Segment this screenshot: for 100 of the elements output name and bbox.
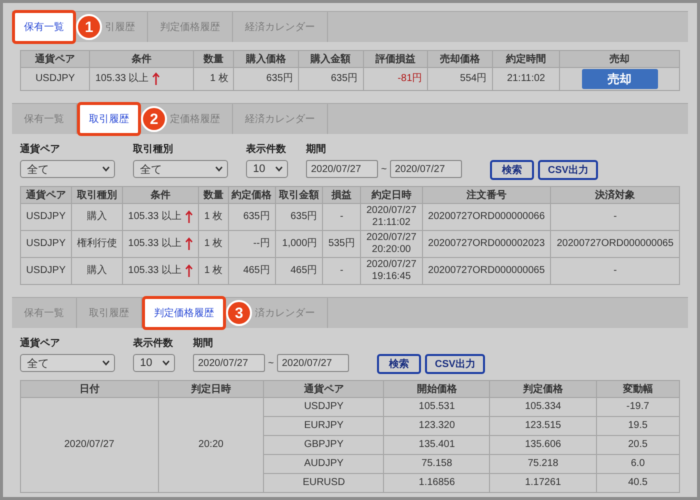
range-separator: ~ — [268, 358, 274, 368]
csv-export-button[interactable]: CSV出力 — [538, 160, 598, 180]
table-cell: 2020/07/27 19:16:45 — [360, 258, 422, 284]
table-cell: 購入 — [71, 204, 123, 230]
column-header: 変動幅 — [596, 380, 680, 398]
table-cell: AUDJPY — [264, 454, 384, 474]
chevron-down-icon — [162, 360, 170, 366]
table-cell: 123.515 — [490, 416, 596, 436]
column-header: 条件 — [90, 50, 194, 68]
table-cell: USDJPY — [20, 68, 90, 90]
table-cell: 1 枚 — [198, 258, 228, 284]
table-cell: 75.218 — [490, 454, 596, 474]
arrow-up-icon — [184, 237, 193, 251]
column-header: 約定価格 — [228, 186, 276, 204]
select-field[interactable]: 10 — [133, 354, 175, 372]
select-field[interactable]: 全て — [20, 354, 115, 372]
select-field[interactable]: 10 — [246, 160, 288, 178]
table-cell: EURJPY — [264, 416, 384, 436]
column-header: 取引金額 — [275, 186, 323, 204]
table-cell: 75.158 — [384, 454, 490, 474]
table-cell: 19.5 — [596, 416, 680, 436]
table-cell: EURUSD — [264, 474, 384, 492]
table-cell: 6.0 — [596, 454, 680, 474]
table-cell: 465円 — [228, 258, 276, 284]
column-header: 購入価格 — [234, 50, 298, 68]
column-header: 数量 — [198, 186, 228, 204]
table-cell: USDJPY — [20, 204, 72, 230]
tab[interactable]: 取引履歴 — [77, 102, 141, 136]
arrow-up-icon — [152, 72, 160, 86]
table-cell: 105.531 — [384, 398, 490, 416]
column-header: 約定日時 — [360, 186, 422, 204]
tab[interactable]: 判定価格履歴 — [142, 296, 226, 330]
table-cell: 1 枚 — [198, 204, 228, 230]
table-cell: - — [322, 258, 361, 284]
range-separator: ~ — [381, 164, 387, 174]
tab[interactable]: 保有一覧 — [12, 10, 76, 44]
column-header: 評価損益 — [363, 50, 428, 68]
table-cell: 635円 — [228, 204, 276, 230]
field-label: 期間 — [306, 142, 327, 156]
column-header: 注文番号 — [422, 186, 551, 204]
table-cell: USDJPY — [20, 230, 72, 258]
column-header: 通貨ペア — [20, 186, 72, 204]
select-field[interactable]: 全て — [133, 160, 228, 178]
condition-text: 105.33 以上 — [128, 211, 182, 223]
field-label: 表示件数 — [133, 336, 174, 350]
table-cell: 20200727ORD000002023 — [422, 230, 551, 258]
field-label: 期間 — [193, 336, 214, 350]
column-header: 売却 — [560, 50, 680, 68]
table-cell: -81円 — [363, 68, 428, 90]
table-cell: 2020/07/27 21:11:02 — [360, 204, 422, 230]
table-cell: 21:11:02 — [492, 68, 560, 90]
table-cell: 1.16856 — [384, 474, 490, 492]
step-badge: 1 — [76, 14, 102, 40]
arrow-up-icon — [184, 264, 193, 278]
table-cell: 20200727ORD000000065 — [550, 230, 680, 258]
field-label: 通貨ペア — [20, 336, 61, 350]
column-header: 取引種別 — [71, 186, 123, 204]
select-field[interactable]: 全て — [20, 160, 115, 178]
search-button[interactable]: 検索 — [376, 354, 421, 374]
sell-button[interactable]: 売却 — [582, 69, 658, 89]
table-cell: 20200727ORD000000066 — [422, 204, 551, 230]
table-cell: GBPJPY — [264, 436, 384, 454]
table-cell: 2020/07/27 20:20:00 — [360, 230, 422, 258]
table-cell: - — [550, 204, 680, 230]
table-cell: 135.606 — [490, 436, 596, 454]
chevron-down-icon — [275, 166, 283, 172]
column-header: 日付 — [20, 380, 158, 398]
column-header: 通貨ペア — [20, 50, 90, 68]
search-button[interactable]: 検索 — [490, 160, 534, 180]
condition-text: 105.33 以上 — [128, 238, 182, 250]
condition-text: 105.33 以上 — [128, 265, 182, 277]
table-cell: 554円 — [428, 68, 492, 90]
column-header: 開始価格 — [384, 380, 490, 398]
table-cell: 1,000円 — [275, 230, 323, 258]
column-header: 損益 — [322, 186, 361, 204]
csv-export-button[interactable]: CSV出力 — [424, 354, 486, 374]
table-cell: 1 枚 — [193, 68, 234, 90]
column-header: 売却価格 — [428, 50, 492, 68]
date-field[interactable]: 2020/07/27 — [193, 354, 265, 372]
table-cell: USDJPY — [264, 398, 384, 416]
table-cell: --円 — [228, 230, 276, 258]
date-field[interactable]: 2020/07/27 — [306, 160, 378, 178]
step-badge: 3 — [226, 300, 252, 326]
table-cell: 権利行使 — [71, 230, 123, 258]
table-cell: 465円 — [275, 258, 323, 284]
table-cell: 1.17261 — [490, 474, 596, 492]
field-label: 表示件数 — [246, 142, 287, 156]
date-field[interactable]: 2020/07/27 — [276, 354, 349, 372]
date-field[interactable]: 2020/07/27 — [390, 160, 462, 178]
table-cell: 20.5 — [596, 436, 680, 454]
chevron-down-icon — [215, 166, 223, 172]
field-label: 通貨ペア — [20, 142, 61, 156]
column-header: 通貨ペア — [264, 380, 384, 398]
table-cell: - — [322, 204, 361, 230]
table-cell: USDJPY — [20, 258, 72, 284]
column-header: 約定時間 — [492, 50, 560, 68]
table-cell: 2020/07/27 — [20, 398, 158, 492]
table-cell: 123.320 — [384, 416, 490, 436]
step-badge: 2 — [141, 106, 167, 132]
chevron-down-icon — [102, 166, 110, 172]
